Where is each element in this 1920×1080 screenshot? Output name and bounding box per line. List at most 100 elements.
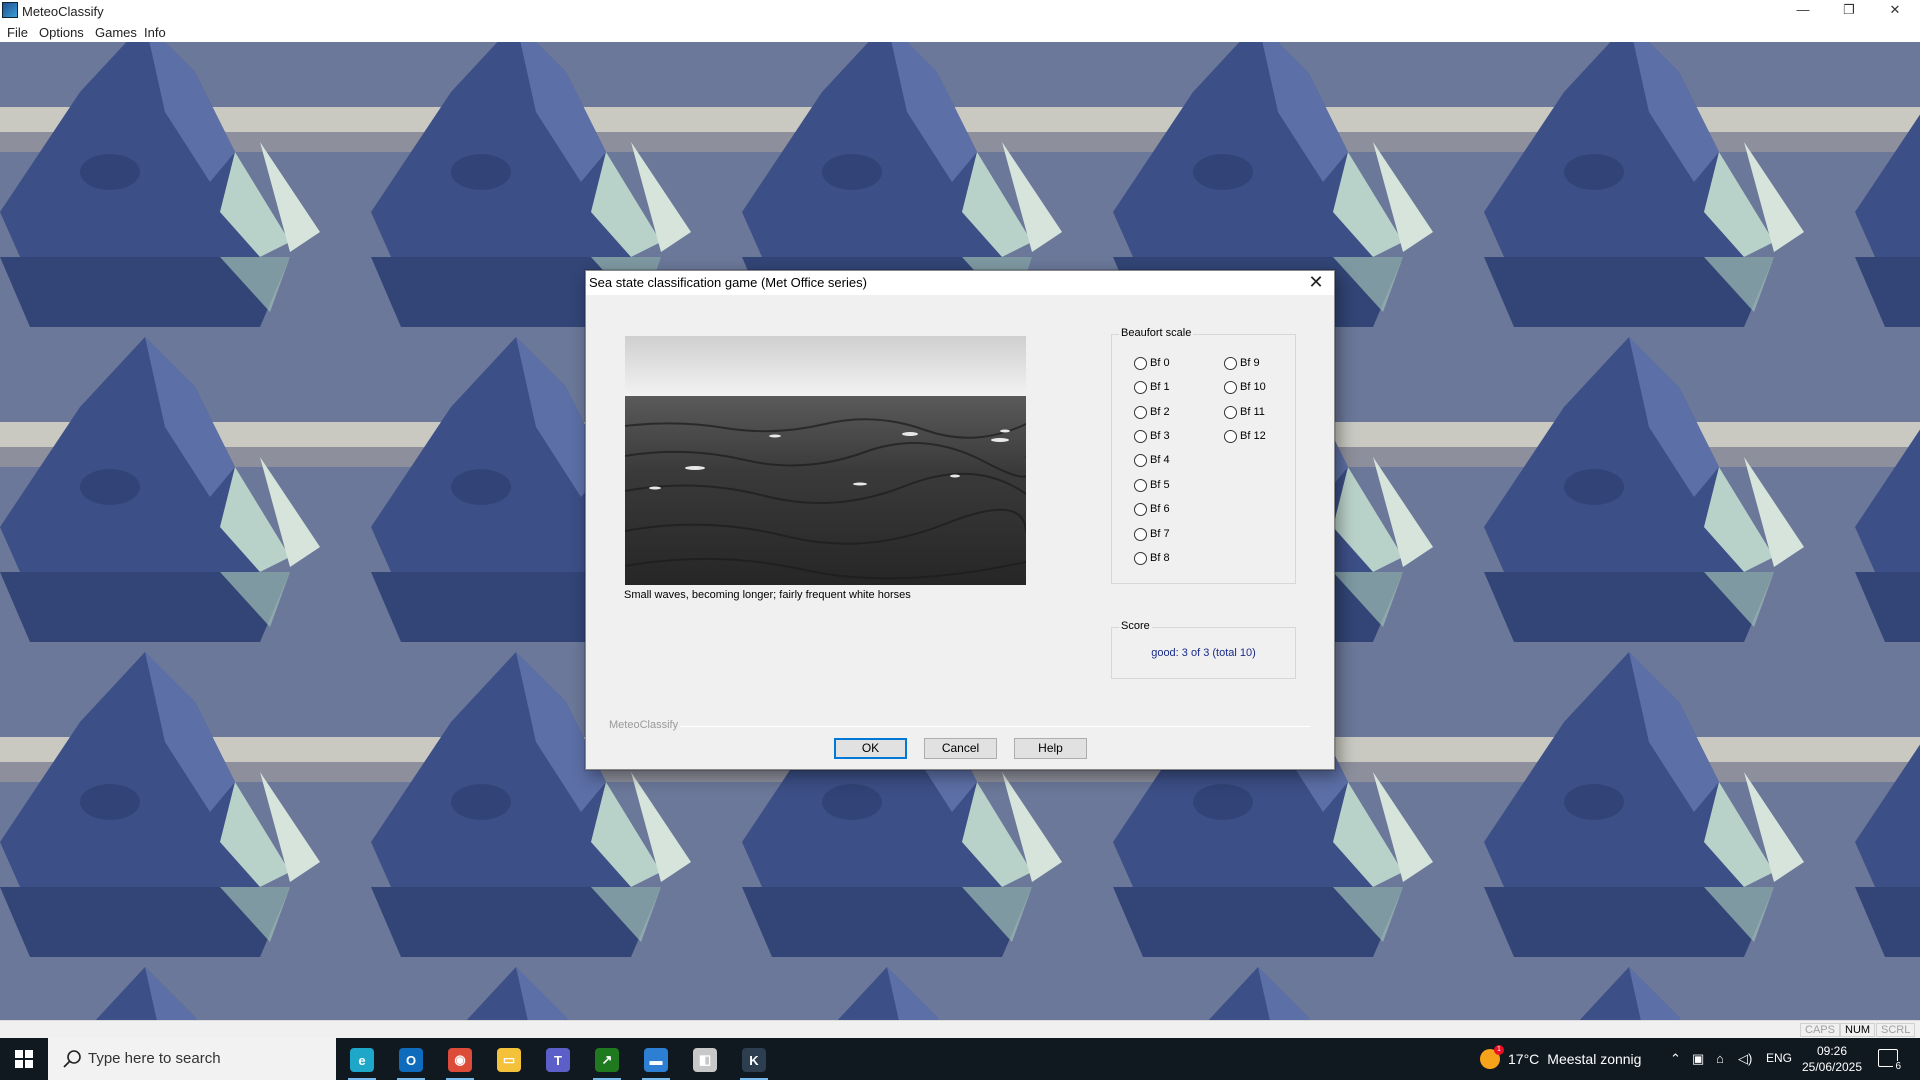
clock[interactable]: 09:26 25/06/2025 — [1800, 1043, 1864, 1075]
search-icon — [63, 1050, 81, 1068]
radio-circle-icon[interactable] — [1134, 453, 1147, 467]
radio-bf-11[interactable]: Bf 11 — [1224, 404, 1265, 420]
radio-circle-icon[interactable] — [1224, 356, 1237, 370]
cancel-button[interactable]: Cancel — [924, 738, 997, 759]
beaufort-legend: Beaufort scale — [1119, 327, 1194, 339]
beaufort-scale-group: Beaufort scale Bf 0 Bf 1 Bf 2 Bf 3 Bf 4 … — [1111, 327, 1296, 584]
radio-bf-0[interactable]: Bf 0 — [1134, 355, 1170, 371]
taskbar-app-outlook[interactable]: O — [391, 1044, 431, 1080]
radio-bf-2[interactable]: Bf 2 — [1134, 404, 1170, 420]
radio-label: Bf 6 — [1150, 503, 1170, 515]
radio-circle-icon[interactable] — [1224, 380, 1237, 394]
radio-circle-icon[interactable] — [1134, 405, 1147, 419]
restore-button[interactable]: ❐ — [1826, 0, 1872, 22]
ok-button[interactable]: OK — [834, 738, 907, 759]
minimize-button[interactable]: — — [1780, 0, 1826, 22]
taskbar-app-teams[interactable]: T — [538, 1044, 578, 1076]
radio-label: Bf 4 — [1150, 454, 1170, 466]
language-indicator[interactable]: ENG — [1766, 1051, 1792, 1065]
sea-photo-image — [625, 336, 1026, 585]
radio-circle-icon[interactable] — [1134, 429, 1147, 443]
radio-bf-8[interactable]: Bf 8 — [1134, 550, 1170, 566]
taskbar-app-knmi[interactable]: K — [734, 1044, 774, 1080]
file-explorer-icon: ▭ — [497, 1048, 521, 1072]
radio-label: Bf 0 — [1150, 357, 1170, 369]
start-button[interactable] — [0, 1038, 48, 1080]
num-indicator: NUM — [1840, 1023, 1876, 1037]
radio-circle-icon[interactable] — [1134, 356, 1147, 370]
dialog-close-button[interactable]: ✕ — [1302, 271, 1330, 295]
volume-icon[interactable]: ◁) — [1738, 1051, 1752, 1067]
window-titlebar: MeteoClassify — ❐ ✕ — [0, 0, 1920, 22]
dialog-titlebar: Sea state classification game (Met Offic… — [586, 271, 1334, 295]
radio-bf-5[interactable]: Bf 5 — [1134, 477, 1170, 493]
radio-label: Bf 2 — [1150, 406, 1170, 418]
taskbar-app-installer[interactable]: ◧ — [685, 1044, 725, 1076]
edge-icon: e — [350, 1048, 374, 1072]
stocks-icon: ↗ — [595, 1048, 619, 1072]
radio-label: Bf 8 — [1150, 552, 1170, 564]
close-button[interactable]: ✕ — [1872, 0, 1918, 22]
score-value: good: 3 of 3 (total 10) — [1151, 647, 1256, 659]
taskbar-app-edge[interactable]: e — [342, 1044, 382, 1080]
taskbar-app-monitor[interactable]: ▬ — [636, 1044, 676, 1080]
weather-description: Meestal zonnig — [1547, 1051, 1642, 1067]
menu-file[interactable]: File — [7, 25, 28, 40]
menu-games[interactable]: Games — [95, 25, 137, 40]
tray-device-icon[interactable]: ▣ — [1692, 1051, 1704, 1067]
clock-time: 09:26 — [1816, 1044, 1848, 1058]
taskbar-app-chrome[interactable]: ◉ — [440, 1044, 480, 1080]
menu-options[interactable]: Options — [39, 25, 84, 40]
taskbar: Type here to search e O ◉ ▭ T ↗ ▬ ◧ K 1 17°C Mee… — [0, 1038, 1920, 1080]
network-icon[interactable]: ⌂ — [1716, 1051, 1724, 1066]
radio-bf-12[interactable]: Bf 12 — [1224, 428, 1266, 444]
radio-label: Bf 10 — [1240, 381, 1266, 393]
menu-info[interactable]: Info — [144, 25, 166, 40]
radio-label: Bf 3 — [1150, 430, 1170, 442]
sun-icon: 1 — [1480, 1045, 1504, 1069]
radio-label: Bf 11 — [1240, 406, 1265, 418]
radio-bf-7[interactable]: Bf 7 — [1134, 526, 1170, 542]
radio-label: Bf 9 — [1240, 357, 1260, 369]
outlook-icon: O — [399, 1048, 423, 1072]
installer-icon: ◧ — [693, 1048, 717, 1072]
notification-icon[interactable]: 6 — [1878, 1049, 1903, 1072]
knmi-icon: K — [742, 1048, 766, 1072]
radio-bf-6[interactable]: Bf 6 — [1134, 501, 1170, 517]
radio-label: Bf 7 — [1150, 528, 1170, 540]
monitor-icon: ▬ — [644, 1048, 668, 1072]
window-title: MeteoClassify — [22, 4, 104, 19]
radio-circle-icon[interactable] — [1224, 429, 1237, 443]
radio-circle-icon[interactable] — [1134, 502, 1147, 516]
weather-widget[interactable]: 1 17°C Meestal zonnig — [1480, 1045, 1642, 1071]
iceberg-wallpaper: Sea state classification game (Met Offic… — [0, 42, 1920, 1020]
radio-bf-3[interactable]: Bf 3 — [1134, 428, 1170, 444]
windows-logo-icon — [15, 1050, 33, 1068]
radio-circle-icon[interactable] — [1134, 527, 1147, 541]
radio-circle-icon[interactable] — [1134, 380, 1147, 394]
radio-bf-1[interactable]: Bf 1 — [1134, 379, 1170, 395]
radio-circle-icon[interactable] — [1134, 478, 1147, 492]
help-button[interactable]: Help — [1014, 738, 1087, 759]
score-group: Score good: 3 of 3 (total 10) — [1111, 620, 1296, 679]
app-icon — [2, 2, 18, 18]
radio-bf-9[interactable]: Bf 9 — [1224, 355, 1260, 371]
radio-label: Bf 1 — [1150, 381, 1170, 393]
tray-chevron-icon[interactable]: ⌃ — [1670, 1051, 1681, 1067]
radio-circle-icon[interactable] — [1134, 551, 1147, 565]
search-placeholder: Type here to search — [88, 1050, 221, 1067]
taskbar-app-file-explorer[interactable]: ▭ — [489, 1044, 529, 1076]
radio-bf-4[interactable]: Bf 4 — [1134, 452, 1170, 468]
notification-count: 6 — [1893, 1061, 1903, 1072]
sea-state-photo — [625, 336, 1026, 585]
radio-bf-10[interactable]: Bf 10 — [1224, 379, 1266, 395]
radio-circle-icon[interactable] — [1224, 405, 1237, 419]
teams-icon: T — [546, 1048, 570, 1072]
clock-date: 25/06/2025 — [1801, 1060, 1863, 1074]
sea-state-caption: Small waves, becoming longer; fairly fre… — [624, 589, 911, 601]
taskbar-app-stocks[interactable]: ↗ — [587, 1044, 627, 1080]
chrome-icon: ◉ — [448, 1048, 472, 1072]
footer-divider — [680, 726, 1310, 727]
weather-alert-badge: 1 — [1494, 1045, 1504, 1055]
taskbar-search-box[interactable]: Type here to search — [48, 1038, 336, 1080]
